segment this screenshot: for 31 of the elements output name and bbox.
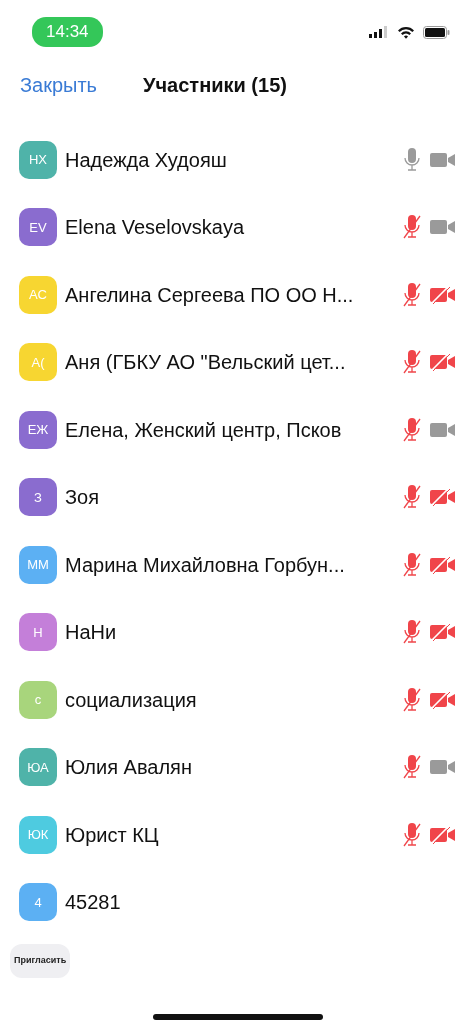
avatar: НХ xyxy=(19,140,57,179)
signal-icon xyxy=(369,26,389,38)
avatar: З xyxy=(19,478,57,517)
participant-name: Ангелина Сергеева ПО ОО Н... xyxy=(65,282,355,308)
participant-name: Марина Михайловна Горбун... xyxy=(65,552,346,578)
screen-title: Участники (15) xyxy=(143,73,287,98)
avatar: Н xyxy=(19,613,57,652)
participant-name: Elena Veselovskaya xyxy=(65,215,245,241)
wifi-icon xyxy=(397,25,415,39)
battery-icon xyxy=(423,25,450,39)
participant-name: 45281 xyxy=(65,890,122,916)
participant-name: Аня (ГБКУ АО "Вельский цет... xyxy=(65,350,347,376)
avatar: ЮК xyxy=(19,815,57,854)
invite-button[interactable]: Пригласить xyxy=(10,944,71,978)
participant-name: социализация xyxy=(65,687,198,713)
avatar: АС xyxy=(19,275,57,314)
avatar: с xyxy=(19,680,57,719)
avatar: 4 xyxy=(19,883,57,922)
avatar: ММ xyxy=(19,545,57,584)
avatar: А( xyxy=(19,343,57,382)
participant-name: НаНи xyxy=(65,620,118,646)
participant-name: Юлия Авалян xyxy=(65,755,193,781)
close-link[interactable]: Закрыть xyxy=(20,70,98,100)
participant-name: Надежда Худояш xyxy=(65,147,228,173)
avatar: EV xyxy=(19,208,57,247)
participant-name: Юрист КЦ xyxy=(65,822,160,848)
participant-name: Елена, Женский центр, Псков xyxy=(65,417,343,443)
participant-name: Зоя xyxy=(65,485,101,511)
status-time: 14:34 xyxy=(32,17,103,47)
avatar: ЮА xyxy=(19,748,57,787)
avatar: ЕЖ xyxy=(19,410,57,449)
